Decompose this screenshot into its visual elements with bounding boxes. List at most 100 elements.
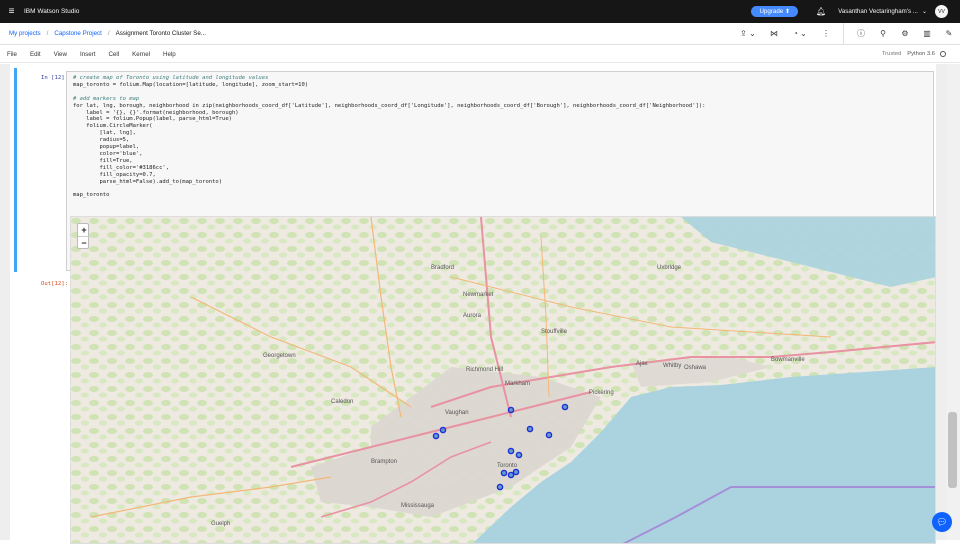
chevron-down-icon[interactable]: ⌄	[922, 8, 927, 15]
map-tiles: Bradford Newmarket Aurora Stouffville Ri…	[71, 217, 935, 543]
avatar[interactable]: VV	[935, 5, 948, 18]
code-line: [lat, lng],	[73, 130, 136, 137]
map-label-caledon: Caledon	[331, 399, 353, 405]
map-label-bradford: Bradford	[431, 265, 454, 271]
map-zoom-control: + −	[77, 223, 90, 249]
breadcrumb-my-projects[interactable]: My projects	[9, 30, 41, 37]
breadcrumb: My projects / Capstone Project / Assignm…	[9, 30, 206, 37]
notebook-menu-bar: File Edit View Insert Cell Kernel Help T…	[0, 46, 960, 63]
map-label-pickering: Pickering	[589, 390, 614, 396]
menu-help[interactable]: Help	[163, 51, 176, 58]
neighborhood-marker[interactable]	[496, 483, 504, 491]
vertical-scrollbar[interactable]	[946, 64, 960, 540]
map-label-bowmanville: Bowmanville	[771, 357, 805, 363]
top-navigation-bar: ≡ IBM Watson Studio Upgrade ⬆ 🔔︎ Vasanth…	[0, 0, 960, 23]
notification-icon[interactable]: 🔔︎	[814, 7, 828, 16]
brand-name[interactable]: IBM Watson Studio	[24, 8, 79, 15]
code-line: map_toronto	[73, 192, 110, 199]
code-line: map_toronto = folium.Map(location=[latit…	[73, 81, 309, 88]
zoom-in-button[interactable]: +	[78, 224, 90, 236]
data-assets-icon[interactable]: ▥	[916, 23, 938, 45]
chat-help-icon[interactable]: 💬︎	[932, 512, 952, 532]
menu-insert[interactable]: Insert	[80, 51, 95, 58]
upgrade-label: Upgrade	[759, 8, 784, 15]
breadcrumb-project[interactable]: Capstone Project	[54, 30, 101, 37]
upgrade-button[interactable]: Upgrade ⬆	[751, 6, 799, 17]
map-label-richmond-hill: Richmond Hill	[466, 367, 503, 373]
output-prompt: Out[12]:	[41, 281, 68, 287]
code-line: label = folium.Popup(label, parse_html=T…	[73, 116, 232, 123]
map-label-aurora: Aurora	[463, 313, 482, 319]
code-line: # add markers to map	[73, 95, 140, 102]
map-label-markham: Markham	[505, 381, 530, 387]
menu-file[interactable]: File	[7, 51, 17, 58]
edit-icon[interactable]: ✎	[938, 23, 960, 45]
cell-selection-bar	[14, 68, 17, 272]
map-label-whitby: Whitby	[663, 363, 681, 369]
breadcrumb-separator: /	[107, 30, 110, 37]
map-label-vaughan: Vaughan	[445, 410, 469, 416]
info-icon[interactable]: ⓘ	[850, 23, 872, 45]
menu-icon[interactable]: ≡	[0, 0, 23, 23]
neighborhood-marker[interactable]	[432, 432, 440, 440]
zoom-out-button[interactable]: −	[78, 236, 90, 248]
breadcrumb-separator: /	[46, 30, 49, 37]
code-line: radius=5,	[73, 137, 130, 144]
menu-edit[interactable]: Edit	[30, 51, 41, 58]
kernel-status-icon	[940, 51, 946, 57]
export-icon[interactable]: ⇪ ⌄	[733, 23, 763, 45]
trusted-indicator[interactable]: Trusted	[882, 51, 901, 57]
map-label-stouffville: Stouffville	[541, 329, 568, 335]
input-prompt: In [12]:	[41, 75, 68, 81]
folium-map[interactable]: Bradford Newmarket Aurora Stouffville Ri…	[70, 216, 936, 544]
code-snippets-icon[interactable]: ⚙	[894, 23, 916, 45]
neighborhood-marker[interactable]	[561, 403, 569, 411]
account-name[interactable]: Vasanthan Vectaringham's ...	[838, 8, 918, 15]
code-line: fill_color='#3186cc',	[73, 164, 170, 171]
neighborhood-marker[interactable]	[439, 426, 447, 434]
share-icon[interactable]: ⋈	[763, 23, 785, 45]
code-line: for lat, lng, borough, neighborhood in z…	[73, 102, 706, 109]
map-label-guelph: Guelph	[211, 521, 230, 527]
overflow-menu-icon[interactable]: ⋮	[815, 23, 837, 45]
neighborhood-marker[interactable]	[507, 406, 515, 414]
menu-kernel[interactable]: Kernel	[132, 51, 150, 58]
find-icon[interactable]: ⚲	[872, 23, 894, 45]
neighborhood-marker[interactable]	[526, 425, 534, 433]
map-label-brampton: Brampton	[371, 459, 397, 465]
map-label-georgetown: Georgetown	[263, 353, 296, 359]
neighborhood-marker[interactable]	[545, 431, 553, 439]
schedule-icon[interactable]: ◔ ⌄	[785, 23, 815, 45]
code-line: folium.CircleMarker(	[73, 123, 153, 130]
map-label-mississauga: Mississauga	[401, 503, 435, 509]
neighborhood-marker[interactable]	[515, 451, 523, 459]
code-line: label = '{}, {}'.format(neighborhood, bo…	[73, 109, 239, 116]
neighborhood-marker[interactable]	[507, 471, 515, 479]
map-label-oshawa: Oshawa	[684, 365, 707, 371]
neighborhood-marker[interactable]	[512, 468, 520, 476]
code-line: parse_html=False).add_to(map_toronto)	[73, 178, 223, 185]
breadcrumb-notebook: Assignment Toronto Cluster Se...	[115, 30, 206, 37]
scrollbar-thumb[interactable]	[948, 412, 957, 488]
menu-view[interactable]: View	[54, 51, 67, 58]
neighborhood-marker[interactable]	[507, 447, 515, 455]
code-line: fill_opacity=0.7,	[73, 171, 156, 178]
map-label-uxbridge: Uxbridge	[657, 265, 682, 271]
breadcrumb-bar: My projects / Capstone Project / Assignm…	[0, 22, 960, 45]
kernel-name[interactable]: Python 3.6	[907, 51, 935, 57]
code-line: fill=True,	[73, 157, 133, 164]
map-label-toronto: Toronto	[497, 463, 518, 469]
map-label-newmarket: Newmarket	[463, 292, 494, 298]
code-line: popup=label,	[73, 144, 140, 151]
menu-cell[interactable]: Cell	[108, 51, 119, 58]
notebook-area: In [12]: # create map of Toronto using l…	[0, 64, 946, 544]
neighborhood-marker[interactable]	[500, 469, 508, 477]
notebook-page: In [12]: # create map of Toronto using l…	[10, 64, 936, 544]
code-cell[interactable]: In [12]: # create map of Toronto using l…	[14, 68, 936, 544]
code-line: # create map of Toronto using latitude a…	[73, 75, 269, 81]
code-line: color='blue',	[73, 150, 143, 157]
map-label-ajax: Ajax	[636, 361, 648, 367]
toolbar-divider	[843, 22, 844, 45]
